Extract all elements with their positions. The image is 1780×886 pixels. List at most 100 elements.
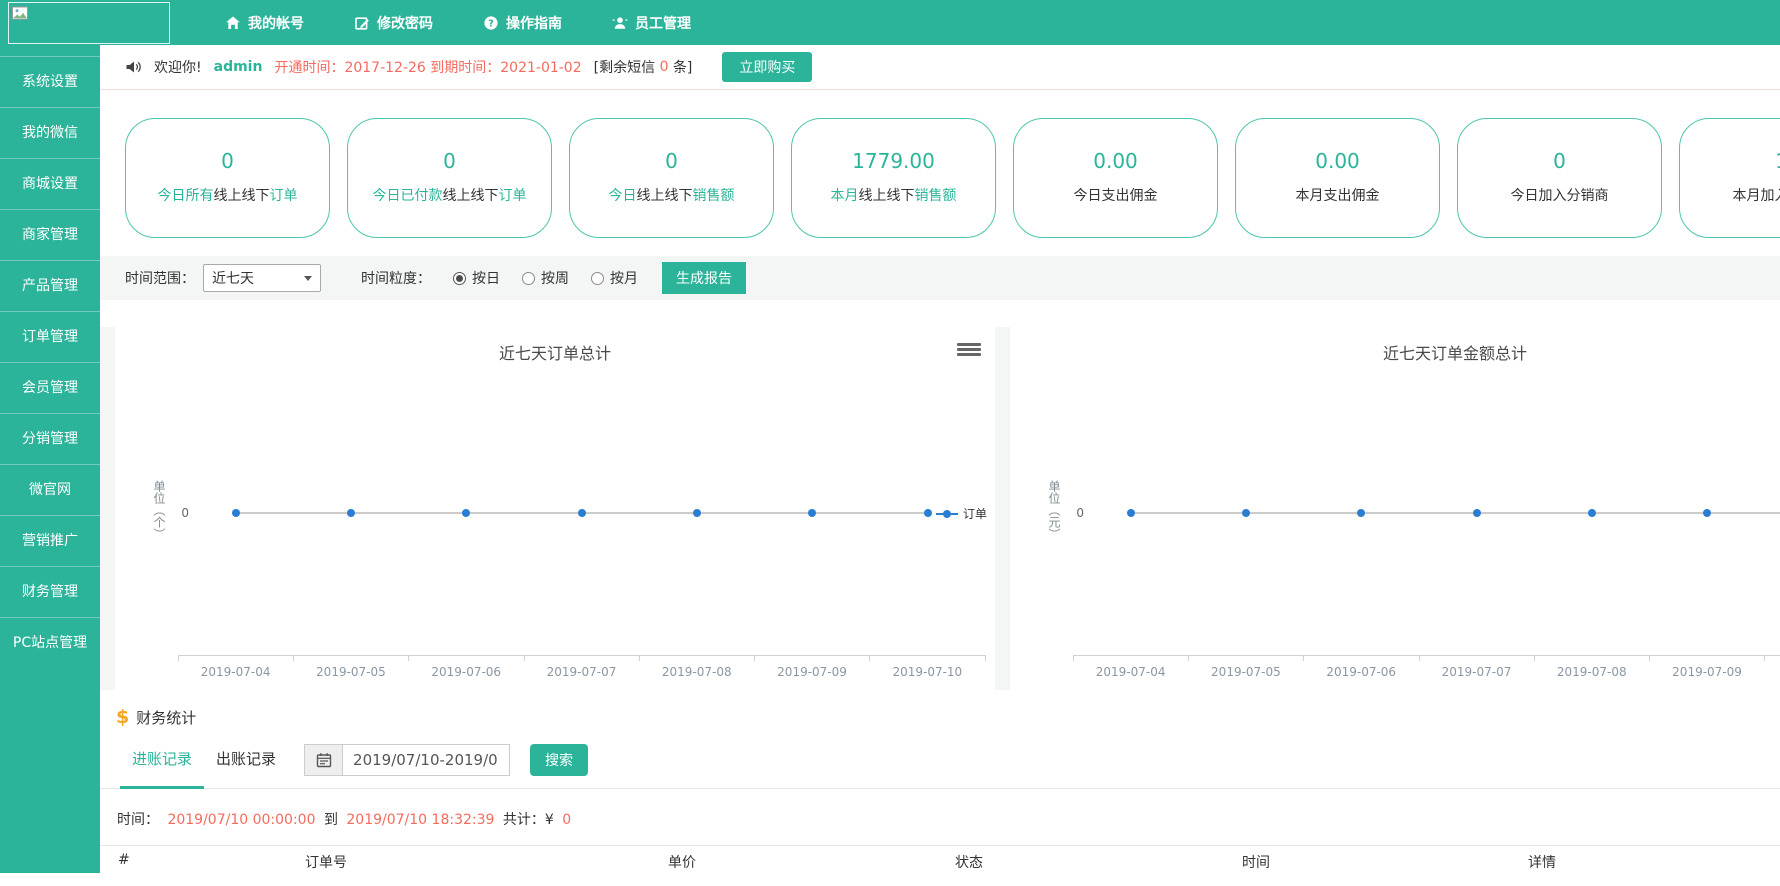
x-axis-labels: 2019-07-04 2019-07-05 2019-07-06 2019-07… xyxy=(178,665,985,679)
stat-label: 今日支出佣金 xyxy=(1014,185,1217,205)
radio-icon xyxy=(453,272,466,285)
broken-image-icon xyxy=(12,6,28,20)
sidebar-item-mall[interactable]: 商城设置 xyxy=(0,158,100,209)
nav-my-account[interactable]: 我的帐号 xyxy=(225,13,304,33)
calendar-icon[interactable] xyxy=(304,744,342,776)
finance-title: 财务统计 xyxy=(136,707,196,728)
stat-value: 0 xyxy=(570,149,773,173)
stat-card-month-distributors[interactable]: 1 本月加入分销商 xyxy=(1679,118,1780,238)
nav-staff[interactable]: 员工管理 xyxy=(612,13,691,33)
total-value: 0 xyxy=(562,812,571,828)
time-label: 时间： xyxy=(117,812,159,828)
generate-report-button[interactable]: 生成报告 xyxy=(662,262,746,294)
stat-card-today-sales[interactable]: 0 今日线上线下销售额 xyxy=(569,118,774,238)
data-point[interactable] xyxy=(693,509,701,517)
nav-label: 我的帐号 xyxy=(248,13,304,33)
stat-cards-row: 0 今日所有线上线下订单 0 今日已付款线上线下订单 0 今日线上线下销售额 1… xyxy=(100,90,1780,256)
time-from: 2019/07/10 00:00:00 xyxy=(167,812,315,828)
data-point[interactable] xyxy=(347,509,355,517)
stat-card-today-distributors[interactable]: 0 今日加入分销商 xyxy=(1457,118,1662,238)
main-content: 欢迎你! admin 开通时间：2017-12-26 到期时间：2021-01-… xyxy=(100,45,1780,873)
data-point[interactable] xyxy=(1127,509,1135,517)
dollar-icon: $ xyxy=(116,706,129,728)
data-point[interactable] xyxy=(232,509,240,517)
data-point[interactable] xyxy=(1588,509,1596,517)
records-table-header: # 订单号 单价 状态 时间 详情 xyxy=(100,845,1780,886)
col-index: # xyxy=(118,852,130,868)
stat-card-today-orders[interactable]: 0 今日所有线上线下订单 xyxy=(125,118,330,238)
stat-value: 0 xyxy=(1458,149,1661,173)
welcome-bar: 欢迎你! admin 开通时间：2017-12-26 到期时间：2021-01-… xyxy=(100,45,1780,90)
data-point[interactable] xyxy=(1242,509,1250,517)
tab-income-records[interactable]: 进账记录 xyxy=(120,742,204,789)
nav-label: 修改密码 xyxy=(377,13,433,33)
radio-by-month[interactable]: 按月 xyxy=(591,268,638,288)
sidebar-item-system[interactable]: 系统设置 xyxy=(0,56,100,107)
stat-value: 1 xyxy=(1680,149,1780,173)
col-status: 状态 xyxy=(955,852,983,872)
edit-icon xyxy=(354,15,370,31)
data-point[interactable] xyxy=(1357,509,1365,517)
search-button[interactable]: 搜索 xyxy=(530,744,588,776)
sidebar-item-product[interactable]: 产品管理 xyxy=(0,260,100,311)
col-order-no: 订单号 xyxy=(305,852,347,872)
data-point[interactable] xyxy=(808,509,816,517)
nav-guide[interactable]: ? 操作指南 xyxy=(483,13,562,33)
time-range-select[interactable]: 近七天 xyxy=(203,264,321,292)
question-circle-icon: ? xyxy=(483,15,499,31)
sidebar-item-finance[interactable]: 财务管理 xyxy=(0,566,100,617)
filter-bar: 时间范围： 近七天 时间粒度： 按日 按周 按月 生成报告 xyxy=(100,256,1780,300)
date-range-group xyxy=(304,744,510,776)
to-label: 到 xyxy=(324,812,338,828)
stat-card-month-commission[interactable]: 0.00 本月支出佣金 xyxy=(1235,118,1440,238)
hamburger-menu-icon[interactable] xyxy=(957,338,981,360)
date-range-input[interactable] xyxy=(342,744,510,776)
granularity-label: 时间粒度： xyxy=(361,268,431,288)
sidebar: 系统设置 我的微信 商城设置 商家管理 产品管理 订单管理 会员管理 分销管理 … xyxy=(0,45,100,873)
data-point[interactable] xyxy=(1703,509,1711,517)
speaker-icon xyxy=(125,59,142,75)
time-summary-row: 时间： 2019/07/10 00:00:00 到 2019/07/10 18:… xyxy=(100,789,1780,829)
data-point[interactable] xyxy=(924,509,932,517)
col-detail: 详情 xyxy=(1528,852,1556,872)
stat-card-today-commission[interactable]: 0.00 今日支出佣金 xyxy=(1013,118,1218,238)
y-axis-tick: 0 xyxy=(1060,506,1084,520)
radio-by-week[interactable]: 按周 xyxy=(522,268,569,288)
chart-title: 近七天订单总计 xyxy=(115,327,995,364)
sms-remaining: [剩余短信 0 条] xyxy=(594,57,693,77)
sidebar-item-order[interactable]: 订单管理 xyxy=(0,311,100,362)
topbar: 我的帐号 修改密码 ? 操作指南 员工管理 xyxy=(0,0,1780,45)
tab-expense-records[interactable]: 出账记录 xyxy=(204,742,288,783)
stat-card-today-paid-orders[interactable]: 0 今日已付款线上线下订单 xyxy=(347,118,552,238)
stat-label: 本月线上线下销售额 xyxy=(792,185,995,205)
time-to: 2019/07/10 18:32:39 xyxy=(346,812,494,828)
users-icon xyxy=(612,15,628,31)
sidebar-item-microsite[interactable]: 微官网 xyxy=(0,464,100,515)
sidebar-item-marketing[interactable]: 营销推广 xyxy=(0,515,100,566)
buy-now-button[interactable]: 立即购买 xyxy=(722,52,812,82)
x-axis-line xyxy=(178,655,985,656)
sms-count: 0 xyxy=(660,59,669,75)
data-point[interactable] xyxy=(462,509,470,517)
nav-change-password[interactable]: 修改密码 xyxy=(354,13,433,33)
stat-card-month-sales[interactable]: 1779.00 本月线上线下销售额 xyxy=(791,118,996,238)
nav-label: 员工管理 xyxy=(635,13,691,33)
time-range-value: 近七天 xyxy=(212,268,254,288)
sidebar-item-wechat[interactable]: 我的微信 xyxy=(0,107,100,158)
sidebar-item-pc-site[interactable]: PC站点管理 xyxy=(0,617,100,668)
sidebar-item-distribution[interactable]: 分销管理 xyxy=(0,413,100,464)
x-axis-line xyxy=(1073,655,1780,656)
sidebar-item-member[interactable]: 会员管理 xyxy=(0,362,100,413)
legend-orders[interactable]: 订单 xyxy=(936,505,987,522)
data-point[interactable] xyxy=(578,509,586,517)
chevron-down-icon xyxy=(304,276,312,281)
account-period: 开通时间：2017-12-26 到期时间：2021-01-02 xyxy=(274,57,581,77)
data-point[interactable] xyxy=(1473,509,1481,517)
spacer xyxy=(100,300,1780,327)
order-amount-chart: 近七天订单金额总计 单位（元） 0 2019-07-04 2019-07-05 … xyxy=(1010,327,1780,690)
radio-by-day[interactable]: 按日 xyxy=(453,268,500,288)
sidebar-item-merchant[interactable]: 商家管理 xyxy=(0,209,100,260)
svg-text:?: ? xyxy=(488,18,494,29)
nav-label: 操作指南 xyxy=(506,13,562,33)
stat-value: 0.00 xyxy=(1014,149,1217,173)
